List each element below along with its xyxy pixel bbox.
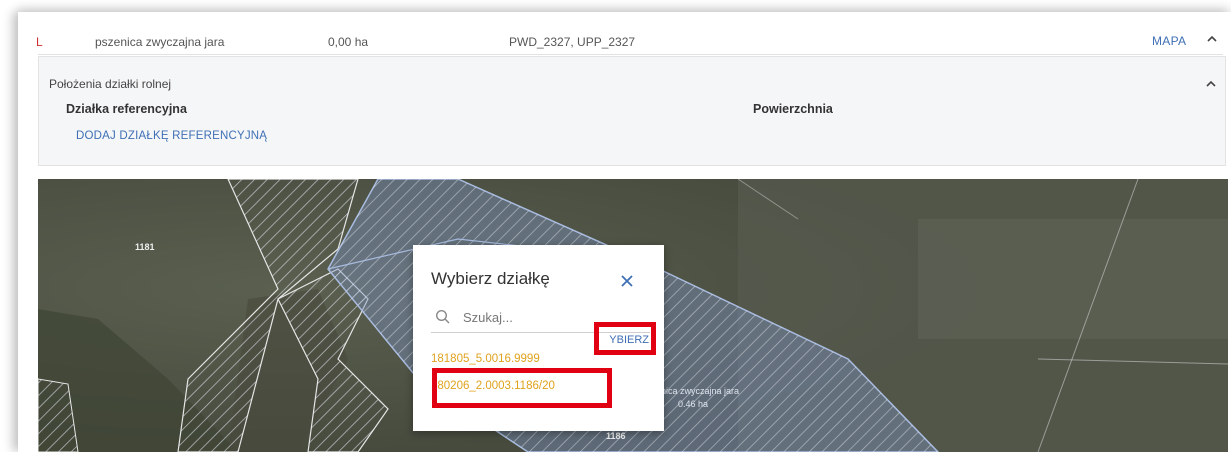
- chevron-up-icon[interactable]: [1205, 77, 1217, 93]
- column-header-reference-parcel: Działka referencyjna: [66, 102, 187, 116]
- panel-title: Położenia działki rolnej: [49, 77, 172, 91]
- row-divider: [38, 54, 1223, 55]
- crop-packages: PWD_2327, UPP_2327: [509, 35, 636, 49]
- crop-area: 0,00 ha: [328, 35, 369, 49]
- search-icon: [435, 309, 451, 325]
- annotation-highlight-select: [594, 322, 656, 355]
- dialog-title: Wybierz działkę: [431, 269, 550, 288]
- map-parcel-label: 1181: [135, 242, 155, 252]
- map-parcel-label: 1186: [606, 431, 626, 441]
- crop-code: L: [36, 35, 43, 49]
- parcel-list-item[interactable]: 181805_5.0016.9999: [431, 353, 540, 365]
- annotation-highlight-item: [432, 368, 612, 408]
- map-button[interactable]: MAPA: [1152, 34, 1186, 48]
- map-crop-label-area: 0.46 ha: [678, 399, 708, 409]
- parcel-positions-panel: Położenia działki rolnej Działka referen…: [38, 56, 1226, 166]
- crop-name: pszenica zwyczajna jara: [95, 35, 225, 49]
- add-reference-parcel-link[interactable]: DODAJ DZIAŁKĘ REFERENCYJNĄ: [76, 130, 267, 142]
- close-icon[interactable]: [620, 273, 634, 291]
- column-header-area: Powierzchnia: [753, 102, 833, 116]
- crop-row[interactable]: L pszenica zwyczajna jara 0,00 ha PWD_23…: [18, 12, 1231, 55]
- chevron-up-icon[interactable]: [1206, 32, 1220, 46]
